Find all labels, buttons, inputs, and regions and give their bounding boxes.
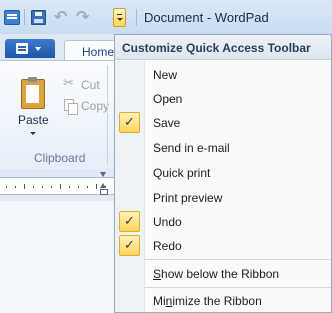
menu-item-send-in-email[interactable]: Send in e-mail [115,136,331,160]
indent-marker[interactable] [100,172,108,196]
save-icon[interactable] [31,9,47,25]
menu-item-quick-print[interactable]: Quick print [115,161,331,185]
menu-item-label: Print preview [153,191,223,205]
ruler-tick [87,186,88,188]
menu-item-new[interactable]: New [115,63,331,87]
menu-item-redo[interactable]: ✓ Redo [115,234,331,258]
menu-item-label: Redo [153,239,182,253]
ruler-tick [51,186,52,188]
menu-separator [145,259,331,260]
title-bar: ↶ ↷ Document - WordPad [0,0,332,35]
menu-separator [145,287,331,288]
ruler-tick [69,186,70,188]
menu-item-label: Save [153,116,181,130]
paste-dropdown-icon[interactable] [30,132,36,135]
accelerator-key: S [153,267,162,281]
ruler-tick [15,186,16,188]
menu-item-label-rest: imize the Ribbon [172,294,262,308]
menu-item-label: Send in e-mail [153,141,230,155]
menu-item-label-pre: Mi [153,294,166,308]
ruler-tick [96,184,97,189]
chevron-down-icon [35,47,41,51]
menu-item-show-below-ribbon[interactable]: Show below the Ribbon [115,262,331,286]
menu-item-open[interactable]: Open [115,87,331,111]
menu-item-undo[interactable]: ✓ Undo [115,210,331,234]
menu-item-minimize-ribbon[interactable]: Minimize the Ribbon [115,289,331,313]
document-icon [16,43,28,54]
scissors-icon: ✂ [63,76,74,91]
menu-header: Customize Quick Access Toolbar [115,35,331,60]
checkmark-icon: ✓ [119,211,140,232]
ruler-tick [33,186,34,188]
wordpad-app-icon[interactable] [4,9,20,25]
ruler-tick [60,184,61,189]
paste-label: Paste [18,113,49,127]
menu-item-label: Undo [153,215,182,229]
menu-item-label: New [153,68,178,82]
customize-qat-menu: Customize Quick Access Toolbar New Open … [114,34,332,313]
menu-item-label: Quick print [153,166,211,180]
checkmark-icon: ✓ [119,112,140,133]
menu-item-print-preview[interactable]: Print preview [115,186,331,210]
title-separator [136,9,137,26]
clipboard-group-label: Clipboard [34,151,86,165]
ruler-tick [24,184,25,189]
clipboard-icon [21,77,45,109]
application-menu-button[interactable] [5,39,55,58]
paste-button[interactable]: Paste [16,73,52,143]
qat-separator [24,9,25,25]
copy-label: Copy [81,99,110,113]
menu-item-label: Minimize the Ribbon [153,294,262,308]
undo-icon[interactable]: ↶ [54,9,70,25]
menu-item-save[interactable]: ✓ Save [115,111,331,135]
ruler-tick [6,186,7,188]
customize-qat-dropdown-button[interactable] [113,8,126,27]
checkmark-icon: ✓ [119,235,140,256]
menu-item-label: Show below the Ribbon [153,267,279,281]
ruler-strip [0,177,114,195]
group-separator [107,65,108,165]
cut-label: Cut [81,78,100,92]
ruler-tick [42,186,43,188]
menu-item-label: Open [153,92,183,106]
menu-item-label-rest: how below the Ribbon [161,267,280,281]
redo-icon[interactable]: ↷ [76,9,92,25]
copy-icon [63,98,78,115]
ruler-tick [78,186,79,188]
window-title: Document - WordPad [144,10,269,25]
